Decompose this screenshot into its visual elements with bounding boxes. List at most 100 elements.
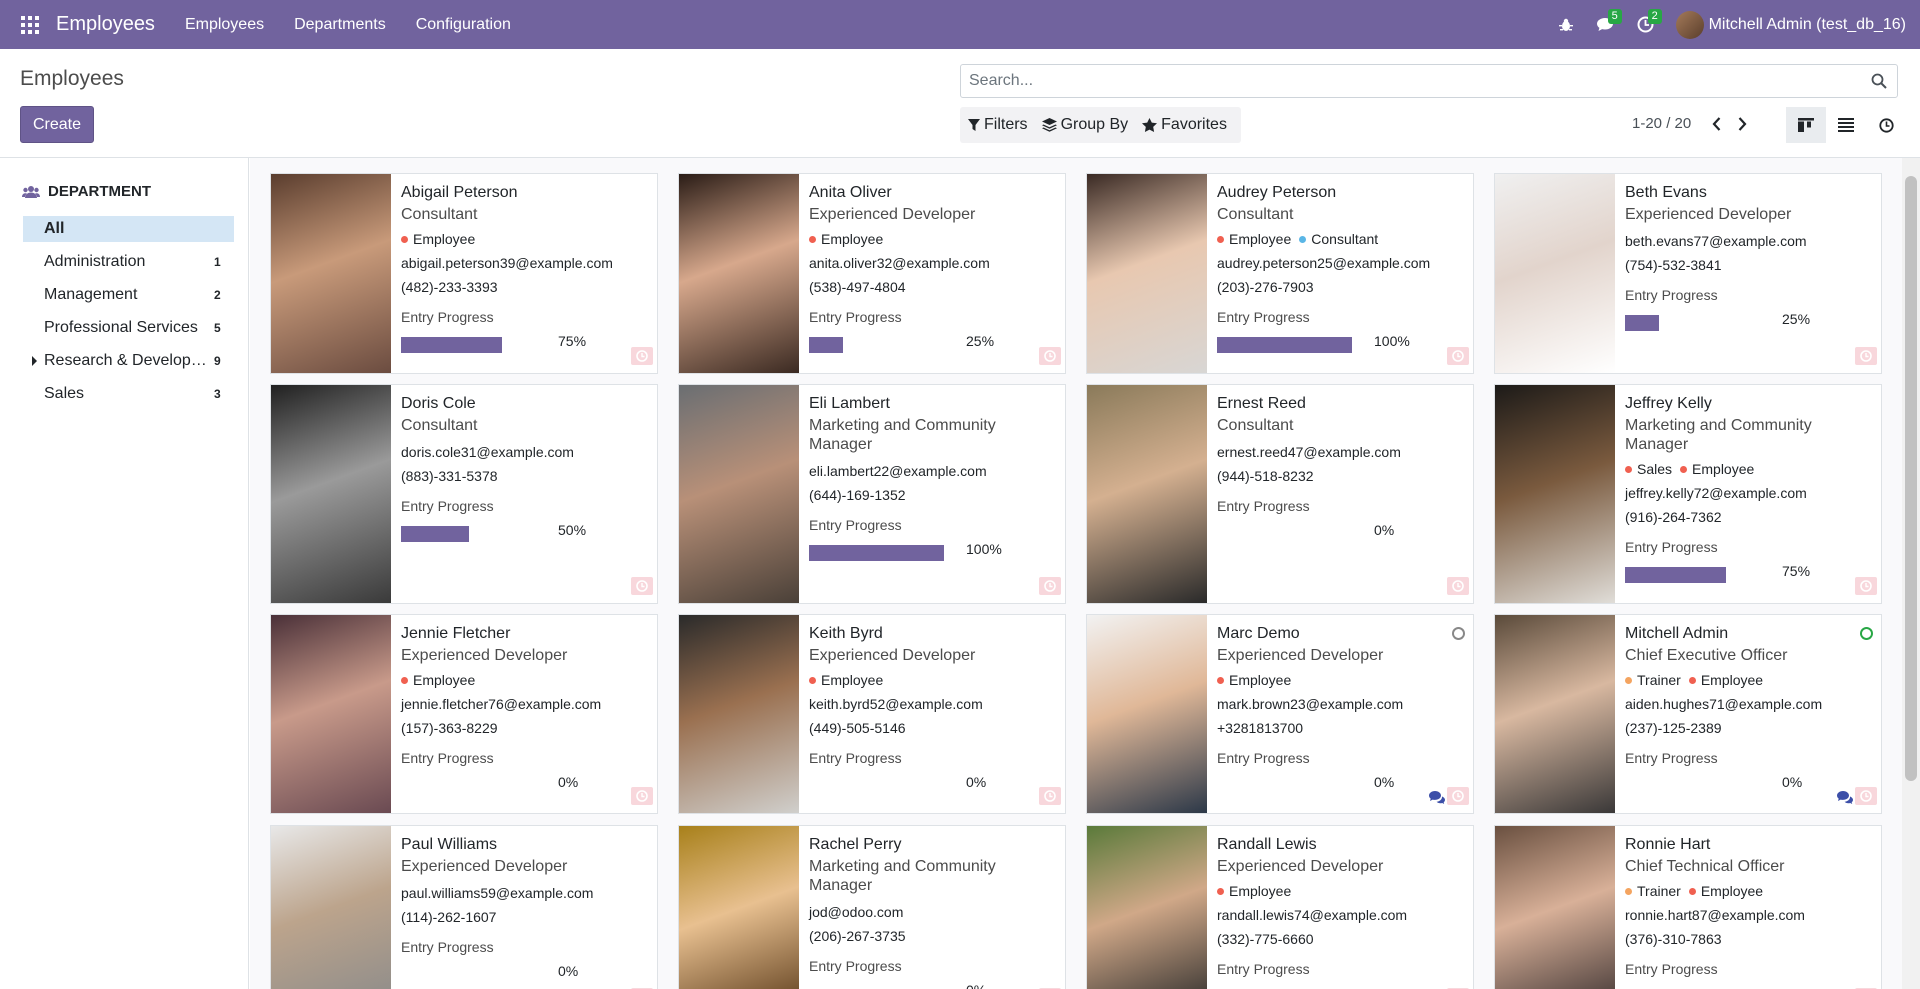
chat-icon[interactable] [1429,791,1445,807]
tag-consultant: Consultant [1299,231,1378,247]
employee-email: jennie.fletcher76@example.com [401,696,602,712]
debug-bug-icon[interactable] [1546,0,1586,49]
chat-icon[interactable] [1837,791,1853,807]
pager-next-icon[interactable] [1729,116,1755,131]
activity-clock-icon[interactable] [1855,577,1877,598]
app-brand[interactable]: Employees [56,13,155,36]
employee-tags: Trainer Employee [1625,672,1871,688]
employee-phone: (916)-264-7362 [1625,509,1722,525]
activity-clock-icon[interactable] [1855,347,1877,368]
employee-card-anita-oliver[interactable]: Anita Oliver Experienced Developer Employe… [678,173,1066,374]
scrollbar-thumb[interactable] [1905,176,1917,781]
employee-card-marc-demo[interactable]: Marc Demo Experienced Developer Employee ma… [1086,614,1474,814]
expand-caret-icon[interactable] [32,356,37,366]
sidebar-item-research-development[interactable]: Research & Development 9 [23,348,234,374]
employee-name: Randall Lewis [1217,836,1317,853]
pager-value[interactable]: 1-20 / 20 [1632,115,1691,132]
entry-progress-value: 0% [558,774,579,790]
entry-progress: 75% [401,333,647,353]
employee-card-beth-evans[interactable]: Beth Evans Experienced Developer beth.evan… [1494,173,1882,374]
entry-progress-value: 0% [558,963,579,979]
employee-card-paul-williams[interactable]: Paul Williams Experienced Developer paul.w… [270,825,658,989]
activity-clock-icon[interactable] [1039,787,1061,808]
activity-clock-icon[interactable] [1039,347,1061,368]
activity-clock-icon[interactable] [1039,577,1061,598]
employee-phone: (237)-125-2389 [1625,720,1722,736]
activity-clock-icon[interactable] [1447,577,1469,598]
employee-info: Ernest Reed Consultant ernest.reed47@examp… [1207,385,1473,603]
employee-phone: (538)-497-4804 [809,279,906,295]
employee-name: Doris Cole [401,395,476,412]
employee-card-audrey-peterson[interactable]: Audrey Peterson Consultant Employee Consult… [1086,173,1474,374]
employee-job-title: Experienced Developer [1625,206,1792,223]
employee-email: keith.byrd52@example.com [809,696,983,712]
list-view-icon[interactable] [1826,107,1866,143]
entry-progress-label: Entry Progress [809,517,902,533]
employee-card-randall-lewis[interactable]: Randall Lewis Experienced Developer Employ… [1086,825,1474,989]
entry-progress: 0% [809,982,1055,989]
activity-clock-icon[interactable] [631,577,653,598]
sidebar-item-management[interactable]: Management 2 [23,282,234,308]
star-icon [1142,118,1158,132]
sidebar-item-professional-services[interactable]: Professional Services 5 [23,315,234,341]
entry-progress-label: Entry Progress [1217,961,1310,977]
search-icon[interactable] [1861,73,1897,89]
scrollbar[interactable] [1902,158,1920,989]
activity-clock-icon[interactable] [631,347,653,368]
create-button[interactable]: Create [20,106,94,143]
sidebar-item-all[interactable]: All [23,216,234,242]
employee-card-keith-byrd[interactable]: Keith Byrd Experienced Developer Employee k… [678,614,1066,814]
entry-progress-value: 75% [1782,563,1811,579]
filters-button[interactable]: Filters [968,116,1028,134]
entry-progress-label: Entry Progress [1625,961,1718,977]
employee-email: abigail.peterson39@example.com [401,255,613,271]
employee-card-eli-lambert[interactable]: Eli Lambert Marketing and Community Manag… [678,384,1066,604]
employee-card-ronnie-hart[interactable]: Ronnie Hart Chief Technical Officer Traine… [1494,825,1882,989]
employee-card-ernest-reed[interactable]: Ernest Reed Consultant ernest.reed47@examp… [1086,384,1474,604]
tag-employee: Employee [809,672,883,688]
messages-icon[interactable]: 5 [1586,0,1626,49]
top-navbar: Employees Employees Departments Configur… [0,0,1920,49]
entry-progress-bar [1625,778,1760,794]
employee-card-abigail-peterson[interactable]: Abigail Peterson Consultant Employee abigai… [270,173,658,374]
apps-menu-icon[interactable] [0,0,60,49]
employee-photo [1495,174,1615,373]
pager-previous-icon[interactable] [1703,116,1729,131]
employee-job-title: Experienced Developer [1217,647,1384,664]
activity-clock-icon[interactable] [1447,787,1469,808]
employee-name: Beth Evans [1625,184,1707,201]
group-by-button[interactable]: Group By [1041,116,1128,134]
user-menu[interactable]: Mitchell Admin (test_db_16) [1675,10,1906,39]
sidebar-item-sales[interactable]: Sales 3 [23,381,234,407]
activity-clock-icon[interactable] [1855,787,1877,808]
activity-clock-icon[interactable] [1447,347,1469,368]
entry-progress: 25% [1625,311,1871,331]
sidebar-item-administration[interactable]: Administration 1 [23,249,234,275]
kanban-view-icon[interactable] [1786,107,1826,143]
activities-clock-icon[interactable]: 2 [1626,0,1666,49]
employee-card-doris-cole[interactable]: Doris Cole Consultant doris.cole31@example… [270,384,658,604]
employee-job-title: Experienced Developer [401,647,568,664]
activity-view-icon[interactable] [1866,107,1906,143]
employee-phone: (203)-276-7903 [1217,279,1314,295]
user-name: Mitchell Admin (test_db_16) [1708,15,1906,33]
activity-clock-icon[interactable] [631,787,653,808]
sidebar-heading: DEPARTMENT [22,183,151,200]
nav-employees[interactable]: Employees [185,16,264,34]
employee-info: Paul Williams Experienced Developer paul.w… [391,826,657,989]
entry-progress: 25% [809,333,1055,353]
tag-trainer: Trainer [1625,672,1681,688]
entry-progress-label: Entry Progress [1625,287,1718,303]
favorites-button[interactable]: Favorites [1142,116,1227,134]
employee-card-jeffrey-kelly[interactable]: Jeffrey Kelly Marketing and Community Man… [1494,384,1882,604]
employee-card-jennie-fletcher[interactable]: Jennie Fletcher Experienced Developer Empl… [270,614,658,814]
employee-name: Ronnie Hart [1625,836,1711,853]
nav-departments[interactable]: Departments [294,16,386,34]
nav-configuration[interactable]: Configuration [416,16,511,34]
search-input[interactable] [961,72,1861,90]
employee-info: Abigail Peterson Consultant Employee abigai… [391,174,657,373]
entry-progress-bar [1217,337,1352,353]
entry-progress-value: 100% [1374,333,1410,349]
employee-card-rachel-perry[interactable]: Rachel Perry Marketing and Community Mana… [678,825,1066,989]
employee-card-mitchell-admin[interactable]: Mitchell Admin Chief Executive Officer Tra… [1494,614,1882,814]
